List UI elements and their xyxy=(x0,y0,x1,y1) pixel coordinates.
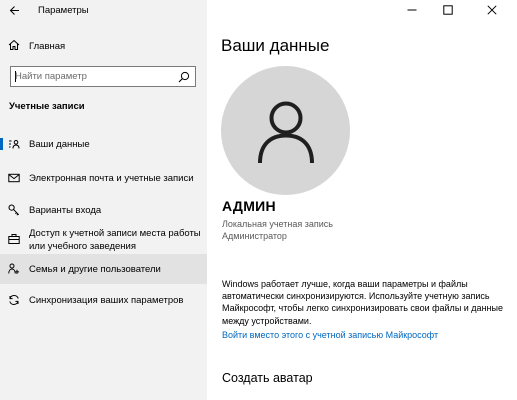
sidebar-item-sync[interactable]: Синхронизация ваших параметров xyxy=(0,290,207,310)
home-link[interactable]: Главная xyxy=(0,36,207,56)
search-input[interactable] xyxy=(15,67,175,86)
back-arrow-icon xyxy=(9,5,19,15)
family-icon xyxy=(8,263,20,274)
page-title: Ваши данные xyxy=(221,36,330,55)
title-bar: Параметры xyxy=(0,0,207,20)
back-button[interactable] xyxy=(5,1,23,19)
search-box[interactable] xyxy=(10,66,196,87)
section-heading: Учетные записи xyxy=(9,101,85,112)
sync-icon xyxy=(9,295,19,305)
main-content: Ваши данные АДМИН Локальная учетная запи… xyxy=(207,0,517,400)
active-indicator xyxy=(0,138,3,150)
sidebar-item-your-info[interactable]: Ваши данные xyxy=(0,134,207,154)
account-type: Локальная учетная запись xyxy=(222,219,333,229)
user-name: АДМИН xyxy=(222,198,276,214)
minimize-icon xyxy=(407,9,417,11)
close-icon xyxy=(487,5,497,15)
sidebar-item-label: Ваши данные xyxy=(29,139,90,150)
sidebar-item-label: Семья и другие пользователи xyxy=(29,264,161,275)
sidebar-item-label-line-2: или учебного заведения xyxy=(29,241,137,252)
avatar xyxy=(221,66,350,195)
home-icon xyxy=(8,39,20,50)
user-card-icon xyxy=(9,140,20,149)
create-avatar-heading: Создать аватар xyxy=(222,371,313,385)
sidebar-item-label: Синхронизация ваших параметров xyxy=(29,295,184,306)
maximize-button[interactable] xyxy=(433,0,463,20)
key-icon xyxy=(8,204,20,216)
search-icon[interactable] xyxy=(178,71,190,83)
mail-icon xyxy=(8,173,20,183)
user-silhouette-icon xyxy=(257,101,314,163)
app-title: Параметры xyxy=(38,5,89,16)
sync-description: Windows работает лучше, когда ваши парам… xyxy=(222,279,503,326)
home-label: Главная xyxy=(29,41,66,52)
maximize-icon xyxy=(443,5,453,15)
minimize-button[interactable] xyxy=(397,0,427,20)
microsoft-account-link[interactable]: Войти вместо этого с учетной записью Май… xyxy=(222,330,438,340)
sidebar-item-label: Варианты входа xyxy=(29,205,102,216)
close-button[interactable] xyxy=(477,0,507,20)
sidebar: Параметры Главная Учетные записи Ваши да… xyxy=(0,0,207,400)
sidebar-item-family[interactable]: Семья и другие пользователи xyxy=(0,254,207,284)
sidebar-item-label-line-1: Доступ к учетной записи места работы xyxy=(29,228,201,239)
account-role: Администратор xyxy=(222,231,287,241)
sidebar-item-email[interactable]: Электронная почта и учетные записи xyxy=(0,168,207,188)
sidebar-item-label: Электронная почта и учетные записи xyxy=(29,173,194,184)
sidebar-item-work-access[interactable]: Доступ к учетной записи места работы или… xyxy=(0,224,207,254)
sidebar-item-sign-in-options[interactable]: Варианты входа xyxy=(0,200,207,220)
briefcase-icon xyxy=(8,234,20,244)
